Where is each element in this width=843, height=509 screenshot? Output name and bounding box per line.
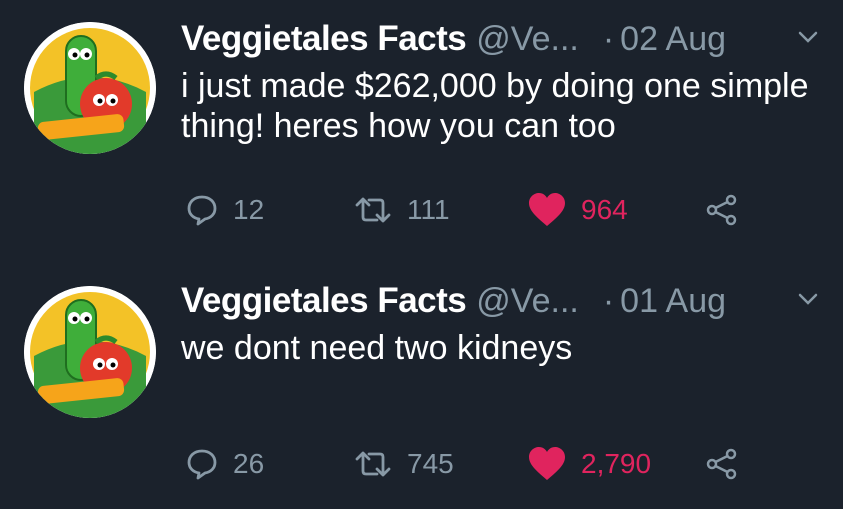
retweet-button[interactable]: 745 — [353, 442, 454, 486]
reply-button[interactable]: 26 — [185, 442, 264, 486]
like-count: 2,790 — [581, 448, 652, 479]
separator-dot: · — [602, 19, 615, 58]
chevron-down-icon[interactable] — [795, 286, 821, 312]
author-name[interactable]: Veggietales Facts — [181, 19, 467, 59]
tweet-date[interactable]: 01 Aug — [620, 282, 726, 321]
retweet-count: 745 — [407, 448, 454, 479]
speech-bubble-icon — [185, 447, 219, 481]
tweet[interactable]: Veggietales Facts @Ve... · 02 Aug i just… — [0, 0, 843, 254]
like-button[interactable]: 2,790 — [527, 442, 651, 486]
avatar[interactable] — [24, 286, 156, 418]
heart-icon — [527, 446, 567, 482]
author-handle[interactable]: @Ve... — [476, 20, 579, 59]
tweet-header: Veggietales Facts @Ve... · 02 Aug — [181, 14, 821, 64]
tweet-header: Veggietales Facts @Ve... · 01 Aug — [181, 276, 821, 326]
retweet-arrows-icon — [353, 447, 393, 481]
veggietales-logo-icon — [24, 22, 156, 154]
author-name[interactable]: Veggietales Facts — [181, 281, 467, 321]
tweet-actions: 12 111 964 — [185, 188, 745, 232]
share-nodes-icon — [705, 193, 739, 227]
chevron-down-icon[interactable] — [795, 24, 821, 50]
speech-bubble-icon — [185, 193, 219, 227]
separator-dot: · — [602, 281, 615, 320]
tweet[interactable]: Veggietales Facts @Ve... · 01 Aug we don… — [0, 262, 843, 509]
share-nodes-icon — [705, 447, 739, 481]
share-button[interactable] — [705, 188, 739, 232]
tweet-text: we dont need two kidneys — [181, 329, 573, 367]
like-button[interactable]: 964 — [527, 188, 628, 232]
tweet-text: i just made $262,000 by doing one simple… — [181, 67, 809, 145]
reply-count: 26 — [233, 448, 265, 479]
tweet-date[interactable]: 02 Aug — [620, 20, 726, 59]
reply-count: 12 — [233, 194, 265, 225]
reply-button[interactable]: 12 — [185, 188, 264, 232]
share-button[interactable] — [705, 442, 739, 486]
retweet-button[interactable]: 111 — [353, 188, 450, 232]
retweet-arrows-icon — [353, 193, 393, 227]
avatar[interactable] — [24, 22, 156, 154]
like-count: 964 — [581, 194, 628, 225]
veggietales-logo-icon — [24, 286, 156, 418]
retweet-count: 111 — [407, 194, 450, 225]
heart-icon — [527, 192, 567, 228]
author-handle[interactable]: @Ve... — [476, 282, 579, 321]
tweet-actions: 26 745 2,790 — [185, 442, 745, 486]
